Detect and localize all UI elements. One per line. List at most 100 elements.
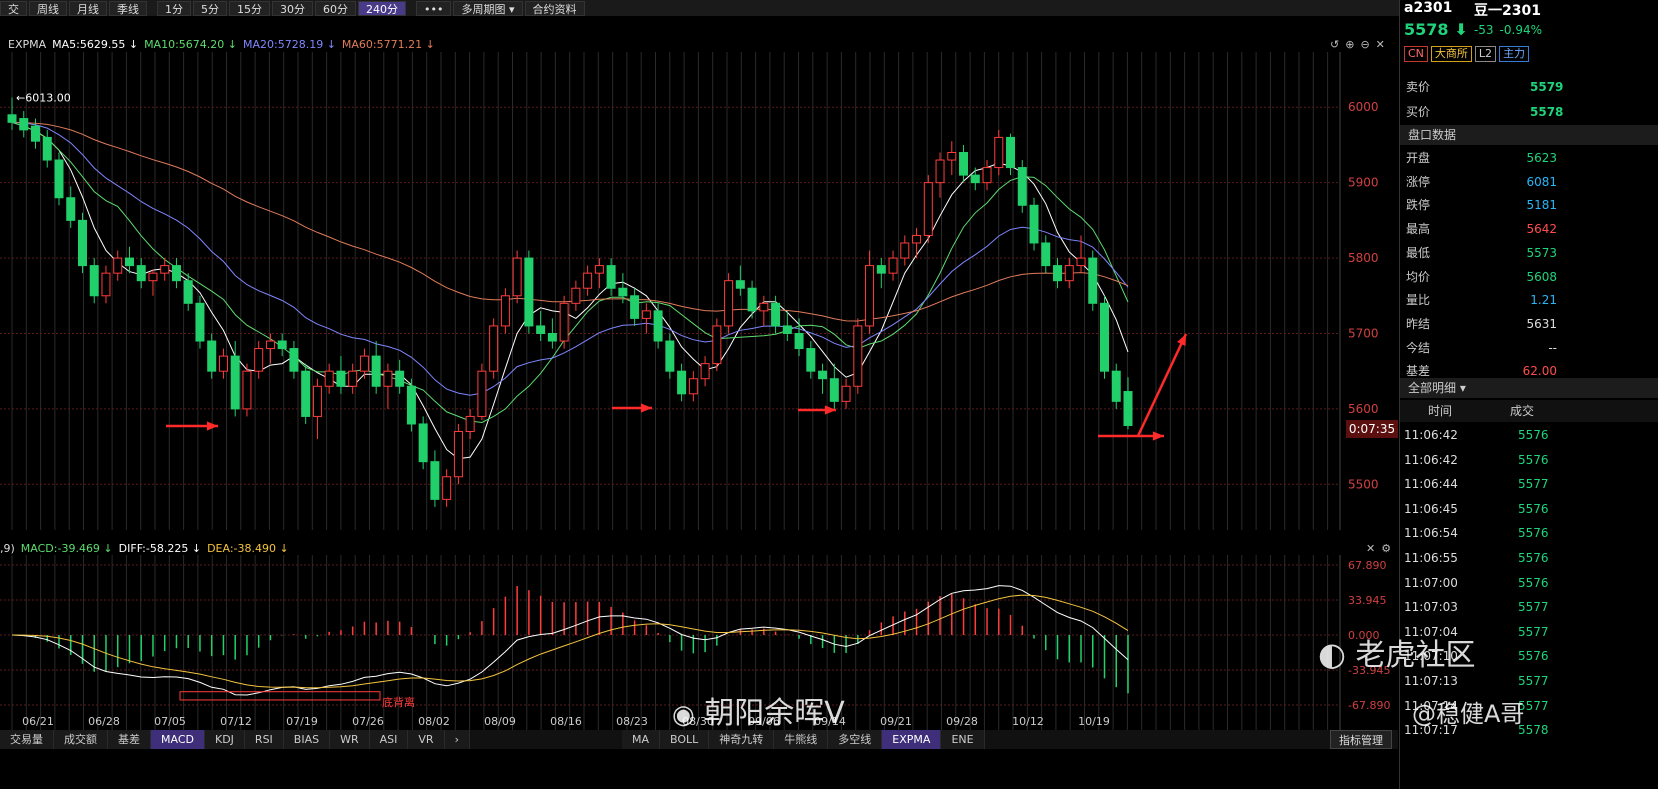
period-button[interactable]: 季线 [109, 0, 147, 16]
stat-label: 量比 [1406, 293, 1431, 308]
overlay-tab[interactable]: 牛熊线 [774, 730, 829, 749]
stat-value: 5631 [1526, 316, 1557, 331]
price-change: -53 [1473, 23, 1494, 37]
contract-code: a2301 [1404, 0, 1453, 16]
tick-row: 11:06:55 5576 [1400, 547, 1658, 569]
candle-body [771, 302, 781, 327]
indicator-tab[interactable]: 成交额 [54, 730, 108, 749]
overlay-tab[interactable]: EXPMA [882, 730, 942, 749]
stat-value: 5573 [1526, 245, 1557, 260]
contract-badge: 主力 [1499, 46, 1530, 62]
candle-body [594, 265, 604, 274]
price-tick-label: 6000 [1348, 100, 1379, 114]
date-tick-label: 09/28 [946, 715, 978, 728]
period-button[interactable]: 5分 [193, 0, 227, 16]
ticks-header-time: 时间 [1428, 404, 1453, 418]
tick-price: 5576 [1518, 649, 1549, 664]
indicator-tab[interactable]: KDJ [204, 730, 245, 749]
close-icon[interactable]: ✕ [1376, 38, 1385, 51]
overlay-tab[interactable]: 多空线 [828, 730, 883, 749]
tick-price: 5577 [1518, 674, 1549, 688]
candlestick-chart[interactable]: 6000 5900 5800 5700 5600 5500 ←6013.00 [0, 52, 1398, 530]
candle-body [1041, 242, 1051, 267]
indicator-tab[interactable]: RSI [244, 730, 284, 749]
period-button[interactable]: 240分 [358, 0, 406, 16]
overlay-tab[interactable]: 神奇九转 [709, 730, 775, 749]
panel-section-title: 盘口数据 [1400, 125, 1658, 145]
candle-body [1111, 370, 1121, 402]
zoom-in-icon[interactable]: ⊕ [1345, 38, 1354, 51]
author-watermark: @稳健A哥 [1412, 700, 1525, 728]
tick-time: 11:07:00 [1404, 575, 1458, 590]
candle-body [512, 257, 522, 297]
candle-body [312, 385, 322, 417]
ticks-section-title[interactable]: 全部明细 ▾ [1400, 378, 1658, 398]
tick-time: 11:06:54 [1404, 526, 1458, 541]
index-manager-button[interactable]: 指标管理 [1330, 730, 1392, 749]
main-chart-controls: ↺ ⊕ ⊖ ✕ [1330, 38, 1385, 51]
support-arrow-2-head [640, 403, 652, 413]
macd-tick-label: 33.945 [1348, 594, 1387, 607]
period-button[interactable]: 合约资料 [524, 0, 585, 16]
indicator-tab[interactable]: MACD [151, 730, 205, 749]
price-tick-label: 5900 [1348, 176, 1379, 190]
period-button[interactable]: ••• [416, 0, 452, 16]
stat-value: 6081 [1526, 174, 1557, 189]
tick-time: 11:07:03 [1404, 600, 1458, 615]
tick-row: 11:07:00 5576 [1400, 572, 1658, 594]
gear-icon[interactable]: ⚙ [1381, 542, 1391, 555]
period-toolbar: 交周线 月线 季线 1分 5分 15分 30分 60分 240分 ••• 多周期图 ▾ 合约资料 [0, 0, 1478, 16]
indicator-tab[interactable]: 交易量 [0, 730, 54, 749]
period-button[interactable]: 交 [0, 0, 27, 16]
overlay-tab[interactable]: MA [622, 730, 661, 749]
indicator-tab[interactable]: ASI [369, 730, 409, 749]
indicator-tab[interactable]: WR [330, 730, 370, 749]
overlay-tab[interactable]: BOLL [660, 730, 710, 749]
candle-body [982, 167, 992, 184]
period-button[interactable]: 15分 [229, 0, 270, 16]
divergence-label: 底背离 [382, 695, 415, 709]
overlay-tab[interactable]: ENE [941, 730, 985, 749]
period-button[interactable]: 1分 [157, 0, 191, 16]
period-button[interactable]: 30分 [272, 0, 313, 16]
last-price-row: 5578 ⬇ -53 -0.94% [1404, 20, 1542, 40]
macd-controls: ✕ ⚙ [1366, 542, 1391, 555]
reset-icon[interactable]: ↺ [1330, 38, 1339, 51]
contract-name: 豆一2301 [1474, 3, 1541, 19]
indicator-tab[interactable]: BIAS [283, 730, 331, 749]
zoom-out-icon[interactable]: ⊖ [1360, 38, 1369, 51]
candle-body [477, 370, 487, 417]
stat-row: 均价 5608 [1400, 266, 1658, 288]
period-button[interactable]: 周线 [29, 0, 67, 16]
candle-body [912, 234, 922, 244]
stat-row: 涨停 6081 [1400, 171, 1658, 193]
main-indicator-legend: EXPMA MA5:5629.55 ↓ MA10:5674.20 ↓ MA20:572… [8, 38, 441, 51]
candle-body [183, 280, 193, 304]
weibo-icon: ◉ [672, 700, 695, 730]
indicator-tab[interactable]: › [444, 730, 470, 749]
max-price-label: ←6013.00 [16, 91, 71, 104]
divergence-box [179, 691, 381, 701]
indicator-tab[interactable]: VR [408, 730, 445, 749]
indicator-tab[interactable]: 基差 [108, 730, 151, 749]
rebound-arrow [1136, 333, 1188, 437]
close-icon[interactable]: ✕ [1366, 542, 1375, 555]
period-button[interactable]: 60分 [315, 0, 356, 16]
candle-body [171, 265, 181, 282]
price-change-pct: -0.94% [1499, 23, 1542, 37]
candle-body [30, 125, 40, 142]
candle-body [618, 287, 628, 297]
period-button[interactable]: 月线 [69, 0, 107, 16]
tick-price: 5576 [1518, 575, 1549, 590]
contract-badges: CN 大商所 L2 主力 [1404, 46, 1530, 62]
weibo-watermark: ◉ 朝阳余晖V [672, 688, 845, 732]
legend-name: EXPMA [8, 38, 47, 51]
candle-body [395, 370, 405, 387]
candle-body [348, 370, 358, 387]
tick-row: 11:06:42 5576 [1400, 424, 1658, 446]
candle-body [853, 325, 863, 387]
period-button[interactable]: 多周期图 ▾ [453, 0, 523, 16]
tick-price: 5576 [1518, 501, 1549, 516]
tiger-icon: ◐ [1318, 635, 1346, 673]
candle-body [923, 182, 933, 236]
